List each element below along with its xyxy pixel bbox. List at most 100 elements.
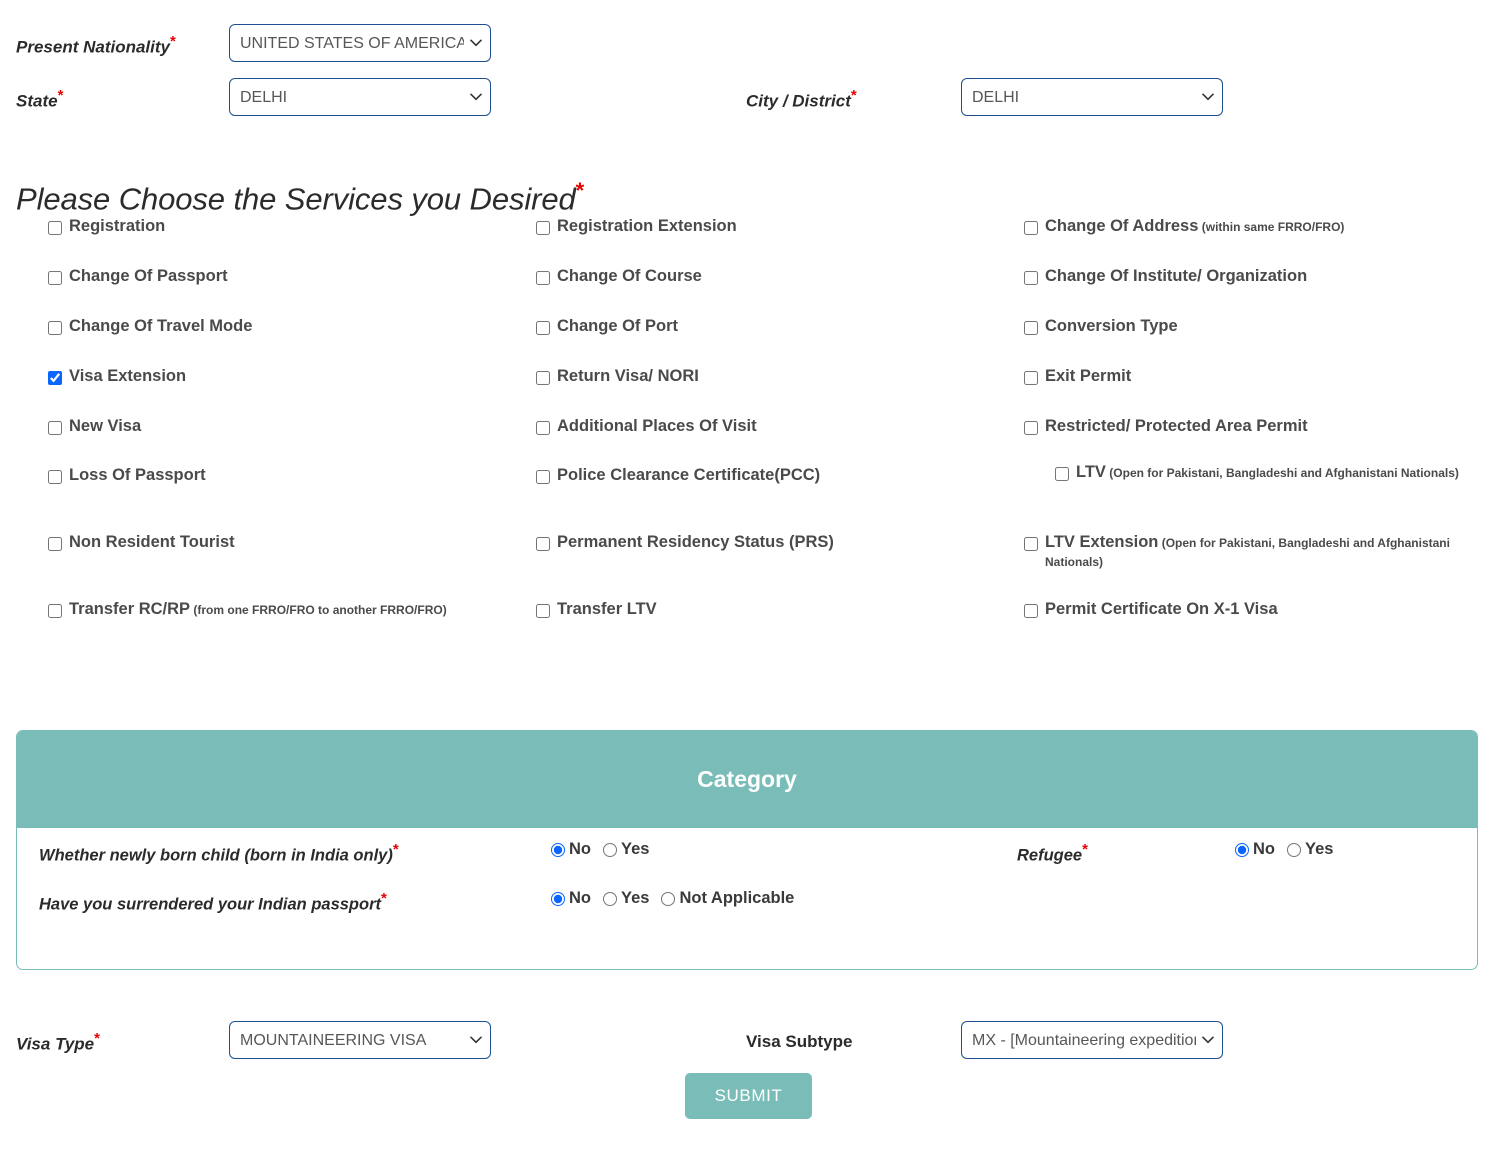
visa-type-label: Visa Type* [16, 1030, 100, 1054]
service-label[interactable]: Police Clearance Certificate(PCC) [557, 466, 820, 485]
service-checkbox-row[interactable]: Transfer LTV [536, 600, 1006, 619]
service-checkbox-row[interactable]: New Visa [48, 417, 518, 436]
service-checkbox-row[interactable]: LTV (Open for Pakistani, Bangladeshi and… [1055, 463, 1464, 482]
service-label[interactable]: Visa Extension [69, 367, 186, 386]
service-checkbox[interactable] [48, 271, 62, 285]
service-checkbox[interactable] [48, 537, 62, 551]
service-checkbox[interactable] [1024, 321, 1038, 335]
service-checkbox-row[interactable]: Police Clearance Certificate(PCC) [536, 466, 1006, 485]
service-label[interactable]: Change Of Address (within same FRRO/FRO) [1045, 217, 1344, 236]
service-label[interactable]: Registration Extension [557, 217, 737, 236]
service-checkbox[interactable] [48, 221, 62, 235]
visa-subtype-label: Visa Subtype [746, 1032, 853, 1051]
service-checkbox[interactable] [536, 321, 550, 335]
state-select[interactable]: DELHI [229, 78, 491, 116]
radio-option[interactable]: Yes [603, 889, 649, 908]
service-checkbox-row[interactable]: Conversion Type [1024, 317, 1464, 336]
service-label[interactable]: Change Of Travel Mode [69, 317, 252, 336]
radio-option[interactable]: Yes [603, 840, 649, 859]
service-label[interactable]: Exit Permit [1045, 367, 1131, 386]
service-label[interactable]: Restricted/ Protected Area Permit [1045, 417, 1308, 436]
radio-input[interactable] [603, 842, 617, 857]
service-checkbox-row[interactable]: Registration Extension [536, 217, 1006, 236]
radio-label: No [1253, 840, 1275, 858]
radio-input[interactable] [551, 842, 565, 857]
service-checkbox[interactable] [1024, 421, 1038, 435]
city-district-select[interactable]: DELHI [961, 78, 1223, 116]
radio-option[interactable]: Not Applicable [661, 889, 794, 908]
service-checkbox[interactable] [536, 421, 550, 435]
service-label[interactable]: Change Of Port [557, 317, 678, 336]
newborn-child-label: Whether newly born child (born in India … [39, 841, 399, 865]
service-checkbox[interactable] [536, 470, 550, 484]
radio-input[interactable] [603, 891, 617, 906]
surrendered-passport-radio-group: No Yes Not Applicable [551, 889, 794, 908]
service-label[interactable]: LTV (Open for Pakistani, Bangladeshi and… [1076, 463, 1459, 482]
radio-option[interactable]: Yes [1287, 840, 1333, 859]
service-checkbox-row[interactable]: Restricted/ Protected Area Permit [1024, 417, 1464, 436]
radio-input[interactable] [661, 891, 676, 906]
city-district-select-wrap: DELHI [961, 78, 1223, 116]
service-label[interactable]: New Visa [69, 417, 141, 436]
service-checkbox[interactable] [48, 321, 62, 335]
service-checkbox[interactable] [536, 221, 550, 235]
service-checkbox-row[interactable]: Permit Certificate On X-1 Visa [1024, 600, 1464, 619]
service-checkbox-row[interactable]: Non Resident Tourist [48, 533, 518, 552]
service-checkbox[interactable] [536, 537, 550, 551]
visa-subtype-select[interactable]: MX - [Mountaineering expedition] [961, 1021, 1223, 1059]
radio-input[interactable] [551, 891, 565, 906]
service-checkbox-row[interactable]: Permanent Residency Status (PRS) [536, 533, 1006, 552]
radio-option[interactable]: No [551, 840, 591, 859]
service-checkbox[interactable] [48, 371, 62, 385]
service-checkbox-row[interactable]: Change Of Travel Mode [48, 317, 518, 336]
service-checkbox-row[interactable]: Change Of Address (within same FRRO/FRO) [1024, 217, 1464, 236]
service-checkbox[interactable] [48, 604, 62, 618]
service-checkbox-row[interactable]: Visa Extension [48, 367, 518, 386]
service-checkbox[interactable] [1024, 221, 1038, 235]
service-checkbox[interactable] [536, 604, 550, 618]
service-checkbox-row[interactable]: Change Of Passport [48, 267, 518, 286]
service-checkbox-row[interactable]: Change Of Course [536, 267, 1006, 286]
service-label[interactable]: Non Resident Tourist [69, 533, 235, 552]
required-asterisk: * [94, 1030, 100, 1047]
service-checkbox-row[interactable]: Transfer RC/RP (from one FRRO/FRO to ano… [48, 600, 518, 619]
service-checkbox-row[interactable]: Change Of Institute/ Organization [1024, 267, 1464, 286]
service-checkbox[interactable] [1024, 537, 1038, 551]
radio-option[interactable]: No [1235, 840, 1275, 859]
service-label[interactable]: Permanent Residency Status (PRS) [557, 533, 834, 552]
service-label[interactable]: Change Of Course [557, 267, 702, 286]
service-label[interactable]: LTV Extension (Open for Pakistani, Bangl… [1045, 533, 1464, 572]
service-checkbox-row[interactable]: LTV Extension (Open for Pakistani, Bangl… [1024, 533, 1464, 572]
radio-input[interactable] [1287, 842, 1301, 857]
service-label[interactable]: Return Visa/ NORI [557, 367, 699, 386]
service-checkbox-row[interactable]: Change Of Port [536, 317, 1006, 336]
service-label[interactable]: Loss Of Passport [69, 466, 206, 485]
service-label[interactable]: Conversion Type [1045, 317, 1178, 336]
service-checkbox[interactable] [48, 421, 62, 435]
service-checkbox-row[interactable]: Loss Of Passport [48, 466, 518, 485]
service-checkbox[interactable] [536, 271, 550, 285]
visa-type-select[interactable]: MOUNTAINEERING VISA [229, 1021, 491, 1059]
service-checkbox-row[interactable]: Additional Places Of Visit [536, 417, 1006, 436]
service-checkbox[interactable] [1024, 604, 1038, 618]
service-label[interactable]: Transfer LTV [557, 600, 657, 619]
service-checkbox-row[interactable]: Registration [48, 217, 518, 236]
service-label[interactable]: Transfer RC/RP (from one FRRO/FRO to ano… [69, 600, 447, 619]
service-note: (from one FRRO/FRO to another FRRO/FRO) [190, 603, 447, 617]
service-label[interactable]: Change Of Institute/ Organization [1045, 267, 1307, 286]
service-label[interactable]: Change Of Passport [69, 267, 228, 286]
service-label[interactable]: Registration [69, 217, 165, 236]
present-nationality-select[interactable]: UNITED STATES OF AMERICA [229, 24, 491, 62]
service-checkbox-row[interactable]: Return Visa/ NORI [536, 367, 1006, 386]
service-checkbox[interactable] [1024, 371, 1038, 385]
radio-input[interactable] [1235, 842, 1249, 857]
service-label[interactable]: Additional Places Of Visit [557, 417, 757, 436]
service-checkbox[interactable] [48, 470, 62, 484]
radio-option[interactable]: No [551, 889, 591, 908]
service-checkbox-row[interactable]: Exit Permit [1024, 367, 1464, 386]
service-checkbox[interactable] [1024, 271, 1038, 285]
service-checkbox[interactable] [1055, 467, 1069, 481]
submit-button[interactable]: SUBMIT [685, 1073, 812, 1119]
service-checkbox[interactable] [536, 371, 550, 385]
service-label[interactable]: Permit Certificate On X-1 Visa [1045, 600, 1278, 619]
